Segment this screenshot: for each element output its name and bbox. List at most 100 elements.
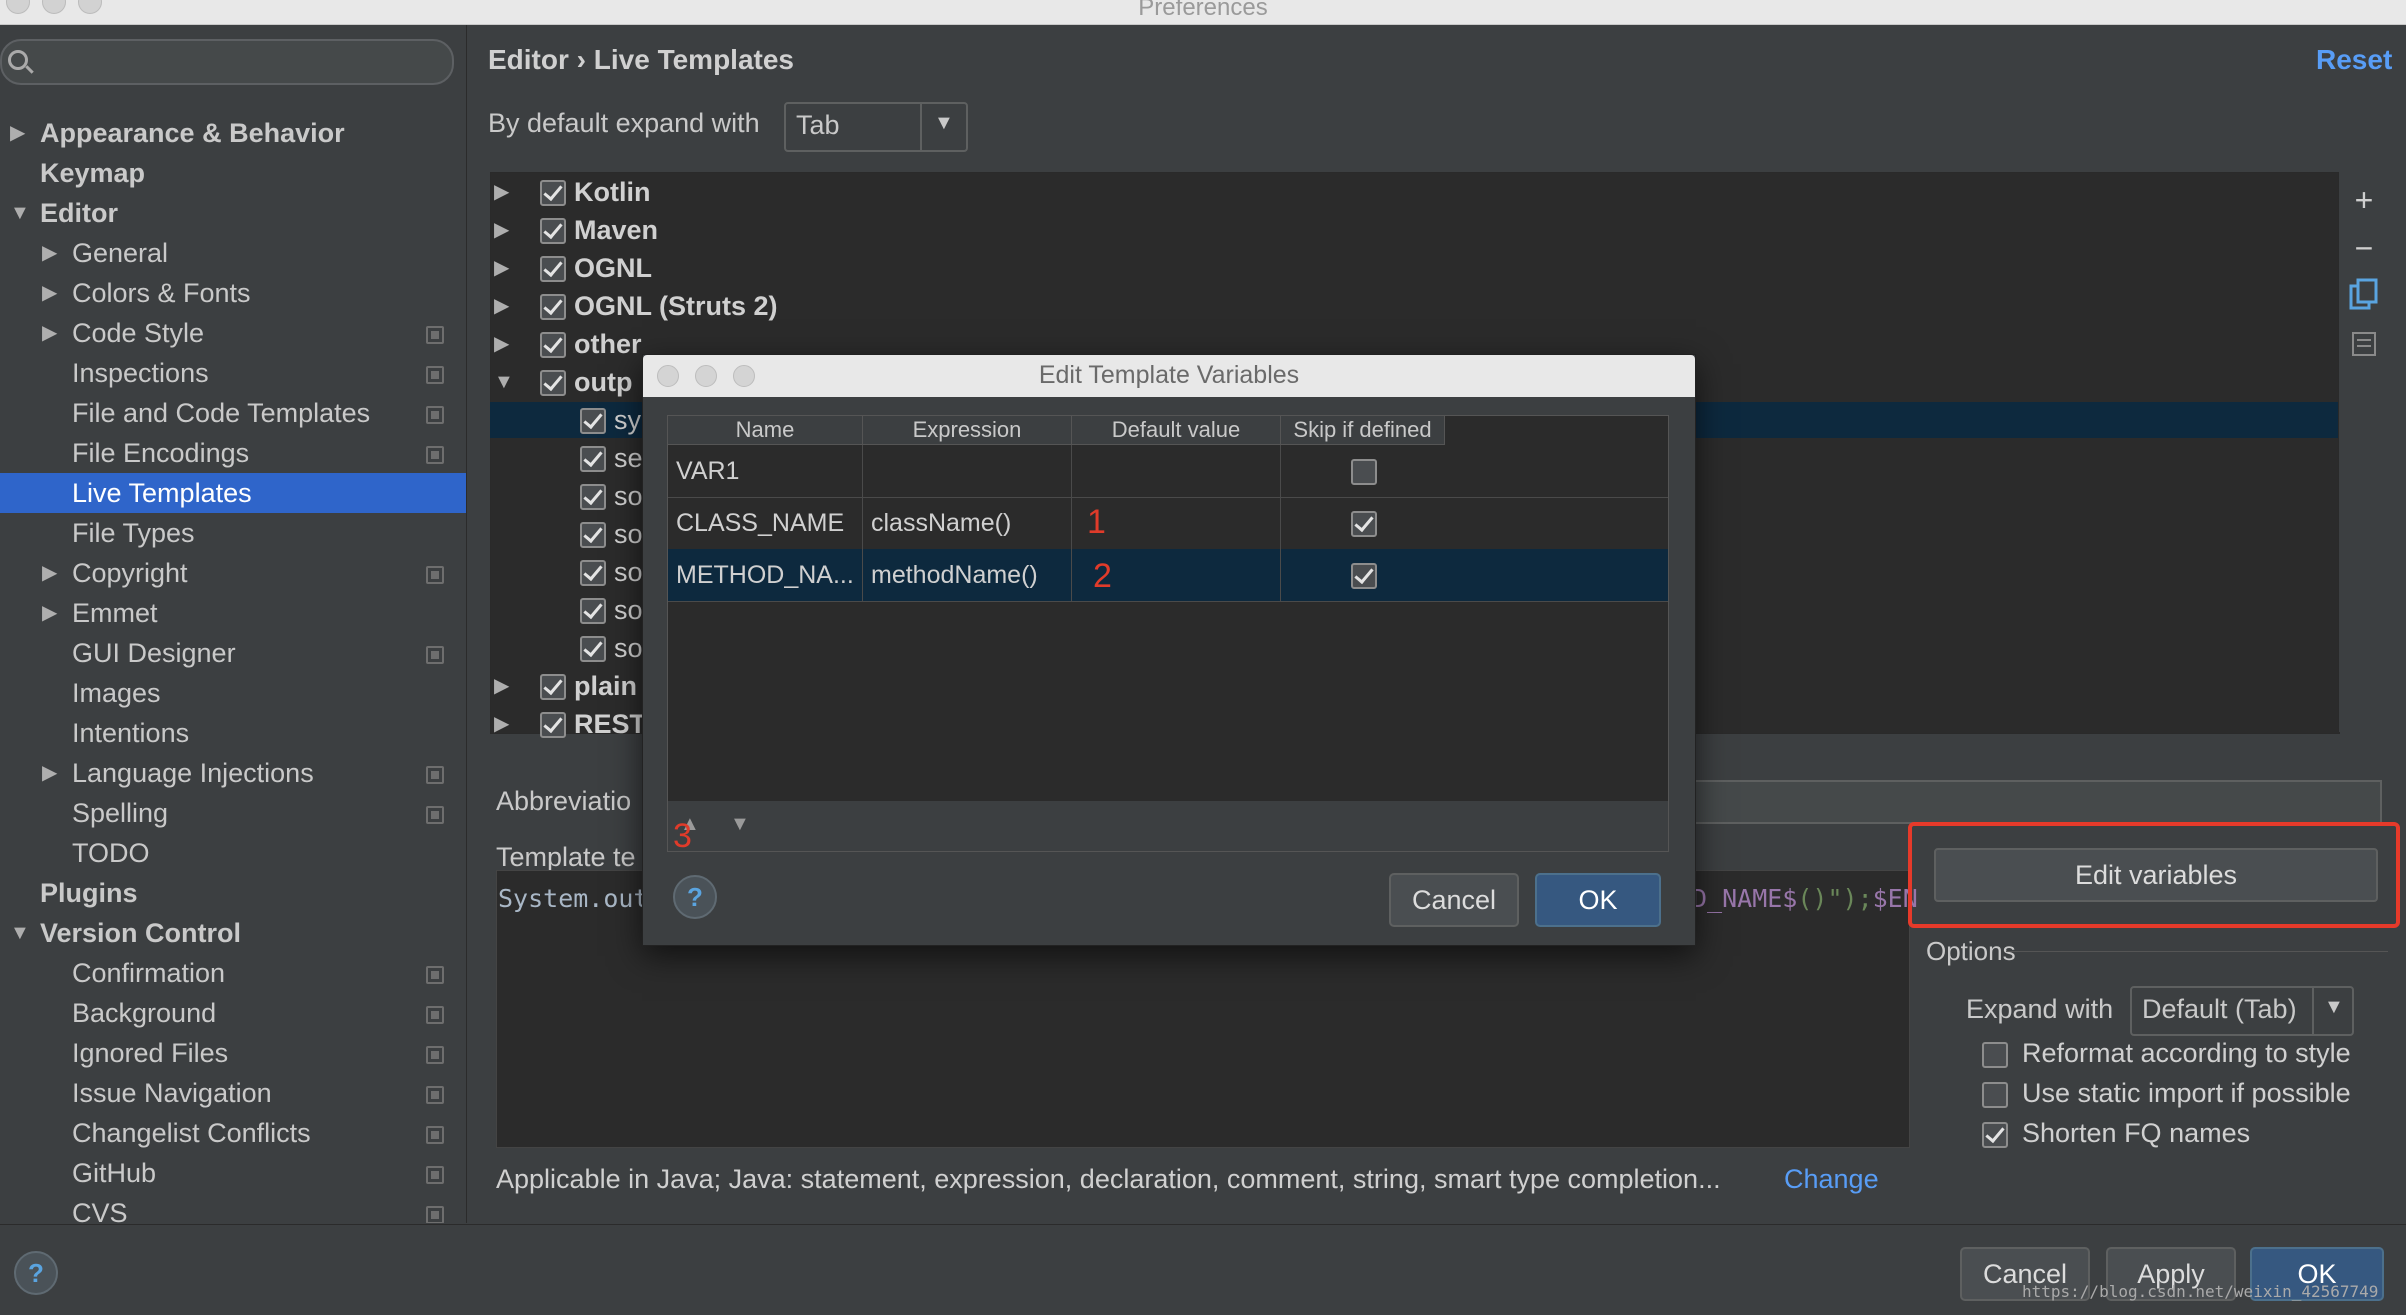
variable-name-cell[interactable]: CLASS_NAME [668, 497, 863, 549]
sidebar-item[interactable]: ▼ Version Control [0, 913, 466, 953]
template-enabled-checkbox[interactable] [540, 712, 566, 738]
default-expand-select[interactable]: Tab ▼ [784, 102, 968, 152]
column-header-default-value[interactable]: Default value [1072, 416, 1281, 445]
skip-if-defined-checkbox[interactable] [1351, 459, 1377, 485]
collapsed-arrow-icon[interactable]: ▶ [42, 593, 57, 633]
sidebar-item[interactable]: Images [0, 673, 466, 713]
template-enabled-checkbox[interactable] [540, 332, 566, 358]
sidebar-item[interactable]: Spelling [0, 793, 466, 833]
collapsed-arrow-icon[interactable]: ▶ [494, 326, 509, 362]
sidebar-item[interactable]: Changelist Conflicts [0, 1113, 466, 1153]
sidebar-item[interactable]: ▶ Copyright [0, 553, 466, 593]
collapsed-arrow-icon[interactable]: ▶ [42, 753, 57, 793]
sidebar-item[interactable]: Issue Navigation [0, 1073, 466, 1113]
move-down-icon[interactable]: ▼ [730, 813, 750, 836]
column-header-expression[interactable]: Expression [863, 416, 1072, 445]
remove-icon[interactable]: − [2347, 230, 2381, 267]
sidebar-item[interactable]: TODO [0, 833, 466, 873]
collapsed-arrow-icon[interactable]: ▶ [494, 174, 509, 210]
change-contexts-link[interactable]: Change [1784, 1164, 1879, 1195]
table-row[interactable]: METHOD_NA... methodName() [668, 549, 1668, 602]
template-enabled-checkbox[interactable] [540, 674, 566, 700]
template-enabled-checkbox[interactable] [540, 218, 566, 244]
sidebar-item[interactable]: File and Code Templates [0, 393, 466, 433]
table-row[interactable]: VAR1 [668, 445, 1668, 498]
template-enabled-checkbox[interactable] [580, 446, 606, 472]
expanded-arrow-icon[interactable]: ▼ [10, 913, 30, 953]
sidebar-item[interactable]: ▼ Editor [0, 193, 466, 233]
collapsed-arrow-icon[interactable]: ▶ [494, 288, 509, 324]
template-group-row[interactable]: ▶ OGNL [490, 250, 2338, 286]
variable-expression-cell[interactable]: methodName() [863, 549, 1072, 601]
skip-if-defined-checkbox[interactable] [1351, 511, 1377, 537]
template-enabled-checkbox[interactable] [580, 598, 606, 624]
add-icon[interactable]: + [2347, 182, 2381, 219]
variable-name-cell[interactable]: VAR1 [668, 445, 863, 497]
expanded-arrow-icon[interactable]: ▼ [10, 193, 30, 233]
expanded-arrow-icon[interactable]: ▼ [494, 364, 514, 400]
template-group-row[interactable]: ▶ Kotlin [490, 174, 2338, 210]
template-enabled-checkbox[interactable] [540, 294, 566, 320]
sidebar-item[interactable]: ▶ General [0, 233, 466, 273]
sidebar-item[interactable]: File Types [0, 513, 466, 553]
sidebar-item[interactable]: ▶ Colors & Fonts [0, 273, 466, 313]
collapsed-arrow-icon[interactable]: ▶ [42, 553, 57, 593]
template-enabled-checkbox[interactable] [580, 408, 606, 434]
copy-icon[interactable] [2347, 278, 2381, 320]
template-enabled-checkbox[interactable] [580, 636, 606, 662]
sidebar-item[interactable]: GUI Designer [0, 633, 466, 673]
template-enabled-checkbox[interactable] [580, 484, 606, 510]
sidebar-item[interactable]: File Encodings [0, 433, 466, 473]
table-row[interactable]: CLASS_NAME className() [668, 497, 1668, 550]
template-enabled-checkbox[interactable] [540, 256, 566, 282]
dialog-help-button[interactable]: ? [673, 875, 717, 919]
template-enabled-checkbox[interactable] [540, 370, 566, 396]
skip-if-defined-checkbox[interactable] [1351, 563, 1377, 589]
expand-with-select[interactable]: Default (Tab) ▼ [2130, 986, 2354, 1036]
collapsed-arrow-icon[interactable]: ▶ [494, 250, 509, 286]
collapsed-arrow-icon[interactable]: ▶ [494, 212, 509, 248]
sidebar-item[interactable]: Intentions [0, 713, 466, 753]
sidebar-item[interactable]: CVS [0, 1193, 466, 1223]
sidebar-item[interactable]: Ignored Files [0, 1033, 466, 1073]
template-enabled-checkbox[interactable] [580, 560, 606, 586]
sidebar-item[interactable]: Inspections [0, 353, 466, 393]
sidebar-item[interactable]: ▶ Language Injections [0, 753, 466, 793]
collapsed-arrow-icon[interactable]: ▶ [494, 706, 509, 742]
settings-search-input[interactable] [0, 39, 454, 85]
sidebar-item[interactable]: ▶ Emmet [0, 593, 466, 633]
collapsed-arrow-icon[interactable]: ▶ [42, 233, 57, 273]
reset-link[interactable]: Reset [2316, 44, 2392, 76]
collapsed-arrow-icon[interactable]: ▶ [10, 113, 25, 153]
sidebar-item[interactable]: Plugins [0, 873, 466, 913]
dialog-ok-button[interactable]: OK [1535, 873, 1661, 927]
collapsed-arrow-icon[interactable]: ▶ [494, 668, 509, 704]
template-enabled-checkbox[interactable] [580, 522, 606, 548]
edit-variables-button[interactable]: Edit variables [1934, 848, 2378, 902]
template-enabled-checkbox[interactable] [540, 180, 566, 206]
option-checkbox[interactable] [1982, 1082, 2008, 1108]
column-header-skip-if-defined[interactable]: Skip if defined [1281, 416, 1445, 445]
help-button[interactable]: ? [14, 1251, 58, 1295]
variable-name-cell[interactable]: METHOD_NA... [668, 549, 863, 601]
option-checkbox[interactable] [1982, 1042, 2008, 1068]
sidebar-item[interactable]: Live Templates [0, 473, 466, 513]
sidebar-item[interactable]: Keymap [0, 153, 466, 193]
description-field[interactable] [1694, 780, 2382, 824]
variable-default-cell[interactable] [1072, 445, 1281, 497]
collapsed-arrow-icon[interactable]: ▶ [42, 273, 57, 313]
sidebar-item[interactable]: Confirmation [0, 953, 466, 993]
collapsed-arrow-icon[interactable]: ▶ [42, 313, 57, 353]
variable-expression-cell[interactable]: className() [863, 497, 1072, 549]
sidebar-item[interactable]: ▶ Appearance & Behavior [0, 113, 466, 153]
dialog-cancel-button[interactable]: Cancel [1389, 873, 1519, 927]
option-checkbox[interactable] [1982, 1122, 2008, 1148]
sidebar-item[interactable]: GitHub [0, 1153, 466, 1193]
restore-icon[interactable] [2347, 328, 2381, 365]
template-group-row[interactable]: ▶ OGNL (Struts 2) [490, 288, 2338, 324]
variable-expression-cell[interactable] [863, 445, 1072, 497]
sidebar-item[interactable]: Background [0, 993, 466, 1033]
template-group-row[interactable]: ▶ Maven [490, 212, 2338, 248]
column-header-name[interactable]: Name [668, 416, 863, 445]
sidebar-item[interactable]: ▶ Code Style [0, 313, 466, 353]
